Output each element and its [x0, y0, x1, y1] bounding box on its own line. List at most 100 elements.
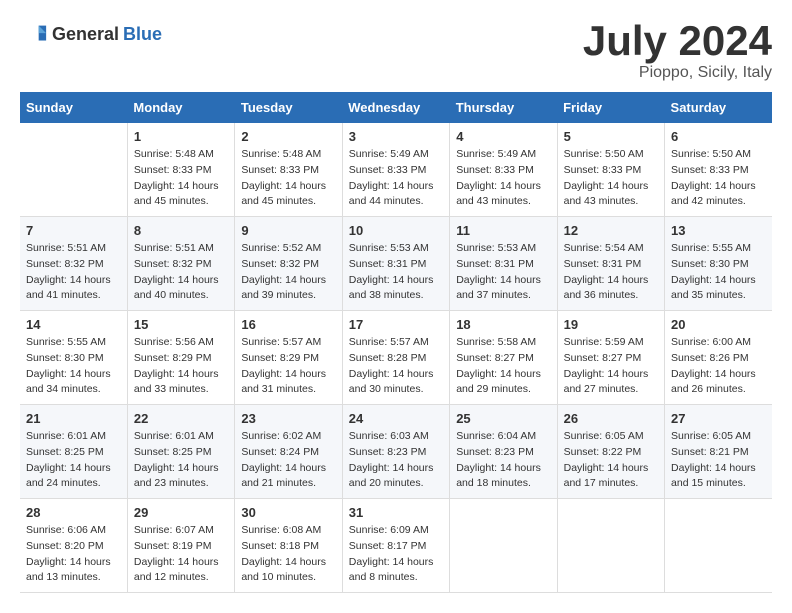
day-number: 2: [241, 129, 335, 144]
day-number: 28: [26, 505, 121, 520]
day-info: Sunrise: 5:59 AMSunset: 8:27 PMDaylight:…: [564, 335, 658, 398]
day-number: 24: [349, 411, 443, 426]
day-cell: 23Sunrise: 6:02 AMSunset: 8:24 PMDayligh…: [235, 405, 342, 499]
day-info: Sunrise: 5:50 AMSunset: 8:33 PMDaylight:…: [564, 147, 658, 210]
day-number: 1: [134, 129, 228, 144]
day-cell: [450, 499, 557, 593]
day-cell: 17Sunrise: 5:57 AMSunset: 8:28 PMDayligh…: [342, 311, 449, 405]
day-cell: 6 Sunrise: 5:50 AMSunset: 8:33 PMDaylight…: [665, 123, 772, 217]
day-cell: 24 Sunrise: 6:03 AMSunset: 8:23 PMDayligh…: [342, 405, 449, 499]
header-saturday: Saturday: [665, 92, 772, 123]
calendar-header-row: SundayMondayTuesdayWednesdayThursdayFrid…: [20, 92, 772, 123]
logo-blue: Blue: [123, 24, 162, 45]
day-info: Sunrise: 5:58 AMSunset: 8:27 PMDaylight:…: [456, 335, 550, 398]
day-number: 12: [564, 223, 658, 238]
day-cell: 22 Sunrise: 6:01 AMSunset: 8:25 PMDayligh…: [127, 405, 234, 499]
day-cell: [20, 123, 127, 217]
day-number: 14: [26, 317, 121, 332]
day-info: Sunrise: 6:01 AMSunset: 8:25 PMDaylight:…: [134, 429, 228, 492]
day-info: Sunrise: 5:56 AMSunset: 8:29 PMDaylight:…: [134, 335, 228, 398]
header-wednesday: Wednesday: [342, 92, 449, 123]
day-info: Sunrise: 6:00 AMSunset: 8:26 PMDaylight:…: [671, 335, 766, 398]
day-info: Sunrise: 6:07 AMSunset: 8:19 PMDaylight:…: [134, 523, 228, 586]
logo-general: General: [52, 24, 119, 45]
day-cell: 15 Sunrise: 5:56 AMSunset: 8:29 PMDayligh…: [127, 311, 234, 405]
day-number: 31: [349, 505, 443, 520]
day-number: 16: [241, 317, 335, 332]
week-row-3: 14 Sunrise: 5:55 AMSunset: 8:30 PMDayligh…: [20, 311, 772, 405]
logo-icon: [20, 20, 48, 48]
day-info: Sunrise: 6:05 AMSunset: 8:22 PMDaylight:…: [564, 429, 658, 492]
day-cell: 28 Sunrise: 6:06 AMSunset: 8:20 PMDayligh…: [20, 499, 127, 593]
day-number: 3: [349, 129, 443, 144]
day-cell: 10Sunrise: 5:53 AMSunset: 8:31 PMDayligh…: [342, 217, 449, 311]
day-cell: 13Sunrise: 5:55 AMSunset: 8:30 PMDayligh…: [665, 217, 772, 311]
day-info: Sunrise: 6:03 AMSunset: 8:23 PMDaylight:…: [349, 429, 443, 492]
day-info: Sunrise: 5:55 AMSunset: 8:30 PMDaylight:…: [26, 335, 121, 398]
day-info: Sunrise: 5:50 AMSunset: 8:33 PMDaylight:…: [671, 147, 766, 210]
day-cell: 1 Sunrise: 5:48 AMSunset: 8:33 PMDaylight…: [127, 123, 234, 217]
day-number: 27: [671, 411, 766, 426]
day-cell: 16 Sunrise: 5:57 AMSunset: 8:29 PMDayligh…: [235, 311, 342, 405]
header-friday: Friday: [557, 92, 664, 123]
day-info: Sunrise: 5:52 AMSunset: 8:32 PMDaylight:…: [241, 241, 335, 304]
week-row-5: 28 Sunrise: 6:06 AMSunset: 8:20 PMDayligh…: [20, 499, 772, 593]
day-number: 5: [564, 129, 658, 144]
day-cell: 2 Sunrise: 5:48 AMSunset: 8:33 PMDaylight…: [235, 123, 342, 217]
day-cell: 27 Sunrise: 6:05 AMSunset: 8:21 PMDayligh…: [665, 405, 772, 499]
header-thursday: Thursday: [450, 92, 557, 123]
day-info: Sunrise: 5:49 AMSunset: 8:33 PMDaylight:…: [456, 147, 550, 210]
day-number: 29: [134, 505, 228, 520]
day-info: Sunrise: 6:04 AMSunset: 8:23 PMDaylight:…: [456, 429, 550, 492]
day-cell: [665, 499, 772, 593]
day-cell: 7 Sunrise: 5:51 AMSunset: 8:32 PMDaylight…: [20, 217, 127, 311]
day-info: Sunrise: 6:01 AMSunset: 8:25 PMDaylight:…: [26, 429, 121, 492]
day-number: 22: [134, 411, 228, 426]
day-info: Sunrise: 5:51 AMSunset: 8:32 PMDaylight:…: [26, 241, 121, 304]
day-info: Sunrise: 5:48 AMSunset: 8:33 PMDaylight:…: [241, 147, 335, 210]
day-info: Sunrise: 6:05 AMSunset: 8:21 PMDaylight:…: [671, 429, 766, 492]
day-cell: 12 Sunrise: 5:54 AMSunset: 8:31 PMDayligh…: [557, 217, 664, 311]
day-cell: 19Sunrise: 5:59 AMSunset: 8:27 PMDayligh…: [557, 311, 664, 405]
day-cell: 18 Sunrise: 5:58 AMSunset: 8:27 PMDayligh…: [450, 311, 557, 405]
day-cell: 31Sunrise: 6:09 AMSunset: 8:17 PMDayligh…: [342, 499, 449, 593]
day-info: Sunrise: 5:54 AMSunset: 8:31 PMDaylight:…: [564, 241, 658, 304]
day-number: 11: [456, 223, 550, 238]
logo: GeneralBlue: [20, 20, 162, 48]
day-number: 9: [241, 223, 335, 238]
day-number: 26: [564, 411, 658, 426]
day-cell: 11 Sunrise: 5:53 AMSunset: 8:31 PMDayligh…: [450, 217, 557, 311]
day-info: Sunrise: 6:06 AMSunset: 8:20 PMDaylight:…: [26, 523, 121, 586]
day-info: Sunrise: 5:49 AMSunset: 8:33 PMDaylight:…: [349, 147, 443, 210]
day-number: 20: [671, 317, 766, 332]
day-cell: 29 Sunrise: 6:07 AMSunset: 8:19 PMDayligh…: [127, 499, 234, 593]
week-row-4: 21Sunrise: 6:01 AMSunset: 8:25 PMDayligh…: [20, 405, 772, 499]
day-info: Sunrise: 5:57 AMSunset: 8:28 PMDaylight:…: [349, 335, 443, 398]
day-info: Sunrise: 5:53 AMSunset: 8:31 PMDaylight:…: [456, 241, 550, 304]
day-cell: 26 Sunrise: 6:05 AMSunset: 8:22 PMDayligh…: [557, 405, 664, 499]
day-cell: [557, 499, 664, 593]
day-cell: 3 Sunrise: 5:49 AMSunset: 8:33 PMDaylight…: [342, 123, 449, 217]
day-cell: 25Sunrise: 6:04 AMSunset: 8:23 PMDayligh…: [450, 405, 557, 499]
header-sunday: Sunday: [20, 92, 127, 123]
day-number: 7: [26, 223, 121, 238]
subtitle: Pioppo, Sicily, Italy: [583, 64, 772, 82]
day-number: 4: [456, 129, 550, 144]
day-info: Sunrise: 6:08 AMSunset: 8:18 PMDaylight:…: [241, 523, 335, 586]
day-number: 13: [671, 223, 766, 238]
page-header: GeneralBlue July 2024 Pioppo, Sicily, It…: [20, 20, 772, 82]
day-cell: 8Sunrise: 5:51 AMSunset: 8:32 PMDaylight…: [127, 217, 234, 311]
day-cell: 5 Sunrise: 5:50 AMSunset: 8:33 PMDaylight…: [557, 123, 664, 217]
day-info: Sunrise: 5:48 AMSunset: 8:33 PMDaylight:…: [134, 147, 228, 210]
calendar-table: SundayMondayTuesdayWednesdayThursdayFrid…: [20, 92, 772, 593]
day-number: 23: [241, 411, 335, 426]
day-cell: 14 Sunrise: 5:55 AMSunset: 8:30 PMDayligh…: [20, 311, 127, 405]
day-info: Sunrise: 5:57 AMSunset: 8:29 PMDaylight:…: [241, 335, 335, 398]
day-cell: 21Sunrise: 6:01 AMSunset: 8:25 PMDayligh…: [20, 405, 127, 499]
day-number: 10: [349, 223, 443, 238]
day-cell: 20 Sunrise: 6:00 AMSunset: 8:26 PMDayligh…: [665, 311, 772, 405]
title-area: July 2024 Pioppo, Sicily, Italy: [583, 20, 772, 82]
day-number: 15: [134, 317, 228, 332]
day-number: 6: [671, 129, 766, 144]
day-number: 18: [456, 317, 550, 332]
